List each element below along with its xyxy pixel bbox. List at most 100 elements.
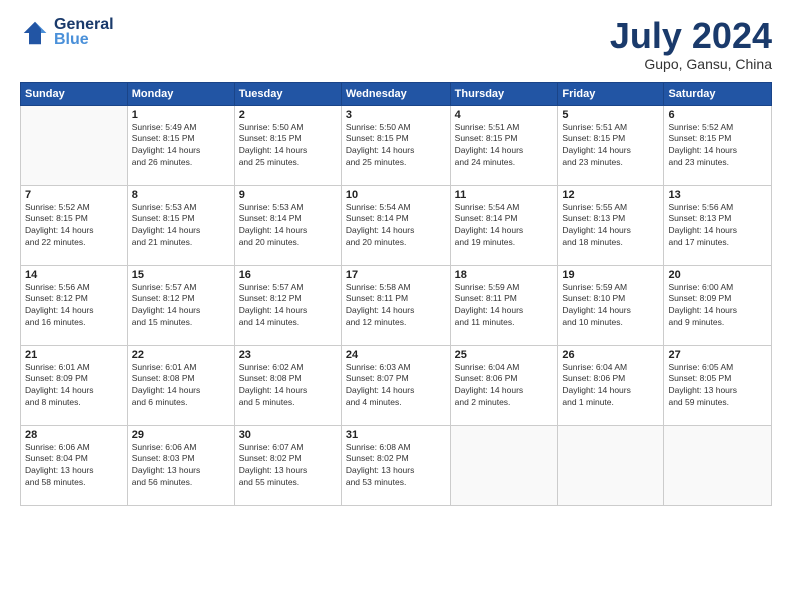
- day-info: Sunrise: 6:02 AM Sunset: 8:08 PM Dayligh…: [239, 362, 337, 410]
- day-info: Sunrise: 5:50 AM Sunset: 8:15 PM Dayligh…: [346, 122, 446, 170]
- header-friday: Friday: [558, 82, 664, 105]
- day-info: Sunrise: 6:06 AM Sunset: 8:04 PM Dayligh…: [25, 442, 123, 490]
- header-tuesday: Tuesday: [234, 82, 341, 105]
- header: General Blue July 2024 Gupo, Gansu, Chin…: [20, 16, 772, 72]
- calendar-cell: 9Sunrise: 5:53 AM Sunset: 8:14 PM Daylig…: [234, 185, 341, 265]
- day-number: 10: [346, 189, 446, 201]
- calendar-week-2: 7Sunrise: 5:52 AM Sunset: 8:15 PM Daylig…: [21, 185, 772, 265]
- day-number: 12: [562, 189, 659, 201]
- day-number: 28: [25, 429, 123, 441]
- calendar-cell: 7Sunrise: 5:52 AM Sunset: 8:15 PM Daylig…: [21, 185, 128, 265]
- location: Gupo, Gansu, China: [610, 56, 772, 72]
- day-info: Sunrise: 6:08 AM Sunset: 8:02 PM Dayligh…: [346, 442, 446, 490]
- day-info: Sunrise: 6:00 AM Sunset: 8:09 PM Dayligh…: [668, 282, 767, 330]
- calendar-cell: 30Sunrise: 6:07 AM Sunset: 8:02 PM Dayli…: [234, 425, 341, 505]
- calendar-cell: 3Sunrise: 5:50 AM Sunset: 8:15 PM Daylig…: [341, 105, 450, 185]
- day-number: 26: [562, 349, 659, 361]
- calendar-week-5: 28Sunrise: 6:06 AM Sunset: 8:04 PM Dayli…: [21, 425, 772, 505]
- header-sunday: Sunday: [21, 82, 128, 105]
- title-block: July 2024 Gupo, Gansu, China: [610, 16, 772, 72]
- day-number: 20: [668, 269, 767, 281]
- day-number: 19: [562, 269, 659, 281]
- day-number: 2: [239, 109, 337, 121]
- day-number: 8: [132, 189, 230, 201]
- calendar-cell: 4Sunrise: 5:51 AM Sunset: 8:15 PM Daylig…: [450, 105, 558, 185]
- day-number: 23: [239, 349, 337, 361]
- calendar-cell: 16Sunrise: 5:57 AM Sunset: 8:12 PM Dayli…: [234, 265, 341, 345]
- day-number: 6: [668, 109, 767, 121]
- header-thursday: Thursday: [450, 82, 558, 105]
- calendar-cell: [450, 425, 558, 505]
- day-info: Sunrise: 5:57 AM Sunset: 8:12 PM Dayligh…: [132, 282, 230, 330]
- day-number: 3: [346, 109, 446, 121]
- calendar-cell: 24Sunrise: 6:03 AM Sunset: 8:07 PM Dayli…: [341, 345, 450, 425]
- day-number: 24: [346, 349, 446, 361]
- calendar-cell: 1Sunrise: 5:49 AM Sunset: 8:15 PM Daylig…: [127, 105, 234, 185]
- calendar-cell: 28Sunrise: 6:06 AM Sunset: 8:04 PM Dayli…: [21, 425, 128, 505]
- day-info: Sunrise: 6:01 AM Sunset: 8:09 PM Dayligh…: [25, 362, 123, 410]
- calendar-cell: 14Sunrise: 5:56 AM Sunset: 8:12 PM Dayli…: [21, 265, 128, 345]
- day-info: Sunrise: 5:59 AM Sunset: 8:11 PM Dayligh…: [455, 282, 554, 330]
- calendar-cell: 8Sunrise: 5:53 AM Sunset: 8:15 PM Daylig…: [127, 185, 234, 265]
- day-info: Sunrise: 6:04 AM Sunset: 8:06 PM Dayligh…: [562, 362, 659, 410]
- day-info: Sunrise: 5:58 AM Sunset: 8:11 PM Dayligh…: [346, 282, 446, 330]
- calendar: Sunday Monday Tuesday Wednesday Thursday…: [20, 82, 772, 506]
- day-info: Sunrise: 5:51 AM Sunset: 8:15 PM Dayligh…: [562, 122, 659, 170]
- calendar-cell: 29Sunrise: 6:06 AM Sunset: 8:03 PM Dayli…: [127, 425, 234, 505]
- day-info: Sunrise: 6:04 AM Sunset: 8:06 PM Dayligh…: [455, 362, 554, 410]
- day-info: Sunrise: 5:51 AM Sunset: 8:15 PM Dayligh…: [455, 122, 554, 170]
- calendar-cell: 26Sunrise: 6:04 AM Sunset: 8:06 PM Dayli…: [558, 345, 664, 425]
- calendar-cell: 25Sunrise: 6:04 AM Sunset: 8:06 PM Dayli…: [450, 345, 558, 425]
- day-number: 17: [346, 269, 446, 281]
- calendar-cell: 15Sunrise: 5:57 AM Sunset: 8:12 PM Dayli…: [127, 265, 234, 345]
- day-info: Sunrise: 5:52 AM Sunset: 8:15 PM Dayligh…: [668, 122, 767, 170]
- calendar-week-1: 1Sunrise: 5:49 AM Sunset: 8:15 PM Daylig…: [21, 105, 772, 185]
- day-number: 15: [132, 269, 230, 281]
- day-number: 31: [346, 429, 446, 441]
- day-number: 11: [455, 189, 554, 201]
- day-number: 7: [25, 189, 123, 201]
- weekday-header-row: Sunday Monday Tuesday Wednesday Thursday…: [21, 82, 772, 105]
- calendar-cell: 23Sunrise: 6:02 AM Sunset: 8:08 PM Dayli…: [234, 345, 341, 425]
- calendar-cell: 17Sunrise: 5:58 AM Sunset: 8:11 PM Dayli…: [341, 265, 450, 345]
- calendar-cell: 2Sunrise: 5:50 AM Sunset: 8:15 PM Daylig…: [234, 105, 341, 185]
- day-number: 21: [25, 349, 123, 361]
- day-number: 22: [132, 349, 230, 361]
- day-info: Sunrise: 5:56 AM Sunset: 8:12 PM Dayligh…: [25, 282, 123, 330]
- day-info: Sunrise: 6:07 AM Sunset: 8:02 PM Dayligh…: [239, 442, 337, 490]
- day-info: Sunrise: 5:54 AM Sunset: 8:14 PM Dayligh…: [455, 202, 554, 250]
- day-info: Sunrise: 6:01 AM Sunset: 8:08 PM Dayligh…: [132, 362, 230, 410]
- calendar-cell: 18Sunrise: 5:59 AM Sunset: 8:11 PM Dayli…: [450, 265, 558, 345]
- day-info: Sunrise: 6:03 AM Sunset: 8:07 PM Dayligh…: [346, 362, 446, 410]
- day-info: Sunrise: 5:59 AM Sunset: 8:10 PM Dayligh…: [562, 282, 659, 330]
- calendar-cell: [558, 425, 664, 505]
- logo: General Blue: [20, 16, 114, 49]
- day-number: 9: [239, 189, 337, 201]
- day-info: Sunrise: 5:52 AM Sunset: 8:15 PM Dayligh…: [25, 202, 123, 250]
- day-number: 14: [25, 269, 123, 281]
- day-info: Sunrise: 5:49 AM Sunset: 8:15 PM Dayligh…: [132, 122, 230, 170]
- day-number: 27: [668, 349, 767, 361]
- calendar-cell: 22Sunrise: 6:01 AM Sunset: 8:08 PM Dayli…: [127, 345, 234, 425]
- day-info: Sunrise: 5:53 AM Sunset: 8:15 PM Dayligh…: [132, 202, 230, 250]
- calendar-cell: 21Sunrise: 6:01 AM Sunset: 8:09 PM Dayli…: [21, 345, 128, 425]
- logo-text: General Blue: [54, 16, 114, 49]
- calendar-week-3: 14Sunrise: 5:56 AM Sunset: 8:12 PM Dayli…: [21, 265, 772, 345]
- day-info: Sunrise: 6:05 AM Sunset: 8:05 PM Dayligh…: [668, 362, 767, 410]
- day-number: 30: [239, 429, 337, 441]
- calendar-cell: 11Sunrise: 5:54 AM Sunset: 8:14 PM Dayli…: [450, 185, 558, 265]
- day-number: 29: [132, 429, 230, 441]
- header-wednesday: Wednesday: [341, 82, 450, 105]
- day-info: Sunrise: 5:50 AM Sunset: 8:15 PM Dayligh…: [239, 122, 337, 170]
- header-saturday: Saturday: [664, 82, 772, 105]
- header-monday: Monday: [127, 82, 234, 105]
- day-number: 25: [455, 349, 554, 361]
- day-number: 18: [455, 269, 554, 281]
- day-number: 5: [562, 109, 659, 121]
- calendar-cell: 10Sunrise: 5:54 AM Sunset: 8:14 PM Dayli…: [341, 185, 450, 265]
- day-number: 13: [668, 189, 767, 201]
- calendar-cell: 13Sunrise: 5:56 AM Sunset: 8:13 PM Dayli…: [664, 185, 772, 265]
- day-info: Sunrise: 5:55 AM Sunset: 8:13 PM Dayligh…: [562, 202, 659, 250]
- day-info: Sunrise: 5:57 AM Sunset: 8:12 PM Dayligh…: [239, 282, 337, 330]
- calendar-cell: 31Sunrise: 6:08 AM Sunset: 8:02 PM Dayli…: [341, 425, 450, 505]
